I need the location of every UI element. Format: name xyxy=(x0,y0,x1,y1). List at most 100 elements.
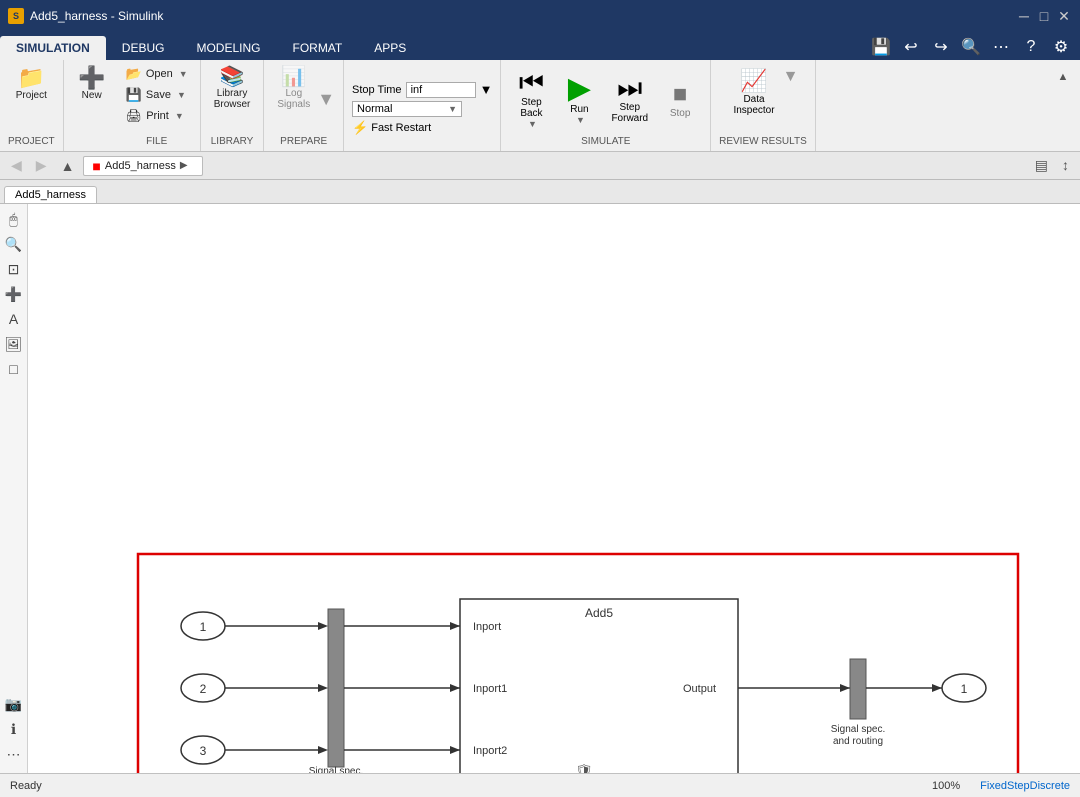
select-tool[interactable]: 🖱 xyxy=(3,208,25,230)
ribbon-tabs: SIMULATION DEBUG MODELING FORMAT APPS 💾 … xyxy=(0,32,1080,60)
save-label: Save xyxy=(146,89,171,101)
mode-dropdown-icon: ▼ xyxy=(448,104,457,114)
save-dropdown-arrow: ▼ xyxy=(177,90,186,100)
run-label: Run xyxy=(570,104,588,115)
tab-simulation[interactable]: SIMULATION xyxy=(0,36,106,60)
ribbon-group-simulate: ⏮ StepBack ▼ ▶ Run ▼ ⏭ StepForward ⏹ Sto… xyxy=(501,60,711,151)
add5-title: Add5 xyxy=(585,606,613,620)
lock-icon: 🛡 xyxy=(575,763,593,773)
log-signals-button[interactable]: 📊 LogSignals xyxy=(272,64,315,113)
zoom-out-tool[interactable]: ➕ xyxy=(3,283,25,305)
input1-label: 1 xyxy=(200,620,207,634)
model-name: Add5_harness xyxy=(105,160,176,172)
nav-back-button[interactable]: ◀ xyxy=(6,155,27,176)
step-forward-button[interactable]: ⏭ StepForward xyxy=(605,70,654,128)
ribbon: 📁 Project PROJECT ➕ New 📂 Open ▼ xyxy=(0,60,1080,152)
model-icon: ■ xyxy=(92,158,100,174)
nav-up-button[interactable]: ▲ xyxy=(56,156,80,176)
zoom-in-tool[interactable]: 🔍 xyxy=(3,233,25,255)
file-group-label: FILE xyxy=(146,136,167,147)
camera-tool[interactable]: 📷 xyxy=(3,693,25,715)
ribbon-group-library: 📚 LibraryBrowser LIBRARY xyxy=(201,60,265,151)
arrow-final-out xyxy=(932,684,942,692)
open-button[interactable]: 📂 Open ▼ xyxy=(122,64,192,84)
address-bar-right: ▤ ↕ xyxy=(1030,155,1074,176)
fast-restart-icon: ⚡ xyxy=(352,120,368,136)
titlebar-controls[interactable]: ─ □ ✕ xyxy=(1016,8,1072,24)
app-icon: S xyxy=(8,8,24,24)
review-dropdown[interactable]: ▼ xyxy=(783,68,799,86)
ribbon-group-new: ➕ New xyxy=(64,60,114,151)
inport1-label: Inport1 xyxy=(473,683,507,695)
save-button[interactable]: 💾 Save ▼ xyxy=(122,85,192,105)
output-label: Output xyxy=(683,683,716,695)
fast-restart-row: ⚡ Fast Restart xyxy=(352,120,492,136)
arrow-in1 xyxy=(318,622,328,630)
step-back-button[interactable]: ⏮ StepBack ▼ xyxy=(509,65,553,133)
log-signals-label: LogSignals xyxy=(277,88,310,110)
arrow-routing-2 xyxy=(450,684,460,692)
model-tab[interactable]: Add5_harness xyxy=(4,186,97,203)
ribbon-group-project: 📁 Project PROJECT xyxy=(0,60,64,151)
open-dropdown-arrow: ▼ xyxy=(179,69,188,79)
print-icon: 🖨 xyxy=(126,108,143,124)
prepare-dropdown-arrow[interactable]: ▼ xyxy=(317,89,335,110)
data-inspector-button[interactable]: 📈 DataInspector xyxy=(727,64,780,120)
step-forward-icon: ⏭ xyxy=(617,74,642,102)
toggle-tool[interactable]: □ xyxy=(3,358,25,380)
label-tool[interactable]: A xyxy=(3,308,25,330)
stop-time-dropdown[interactable]: ▼ xyxy=(480,82,493,97)
settings-icon-btn[interactable]: ⚙ xyxy=(1048,34,1074,60)
collapse-button[interactable]: ↕ xyxy=(1057,155,1074,176)
print-dropdown-arrow: ▼ xyxy=(175,111,184,121)
tab-modeling[interactable]: MODELING xyxy=(180,36,276,60)
image-tool[interactable]: 🖼 xyxy=(3,333,25,355)
project-button[interactable]: 📁 Project xyxy=(11,64,52,104)
zoom-icon-btn[interactable]: 🔍 xyxy=(958,34,984,60)
library-browser-button[interactable]: 📚 LibraryBrowser xyxy=(209,64,256,113)
model-tab-bar: Add5_harness xyxy=(0,180,1080,204)
save-icon: 💾 xyxy=(126,87,142,103)
main-area: 🖱 🔍 ⊡ ➕ A 🖼 □ 📷 ℹ ⋯ 1 2 xyxy=(0,204,1080,773)
more-tools[interactable]: ⋯ xyxy=(3,743,25,765)
stop-icon: ⏹ xyxy=(673,80,687,108)
redo-icon-btn[interactable]: ↪ xyxy=(928,34,954,60)
undo-icon-btn[interactable]: ↩ xyxy=(898,34,924,60)
arrow-routing-3 xyxy=(450,746,460,754)
library-label: LibraryBrowser xyxy=(214,88,251,110)
stop-time-row: Stop Time ▼ xyxy=(352,82,492,98)
maximize-button[interactable]: □ xyxy=(1036,8,1052,24)
step-back-dropdown: ▼ xyxy=(528,119,537,129)
tab-apps[interactable]: APPS xyxy=(358,36,422,60)
mode-label: Normal xyxy=(357,103,392,115)
log-signals-icon: 📊 xyxy=(281,67,306,87)
run-button[interactable]: ▶ Run ▼ xyxy=(557,70,601,129)
grid-view-button[interactable]: ▤ xyxy=(1030,155,1053,176)
info-tool[interactable]: ℹ xyxy=(3,718,25,740)
fit-view-tool[interactable]: ⊡ xyxy=(3,258,25,280)
nav-forward-button[interactable]: ▶ xyxy=(31,155,52,176)
fast-restart-label: Fast Restart xyxy=(371,122,431,134)
ribbon-collapse-button[interactable]: ▲ xyxy=(1050,64,1076,90)
address-bar: ◀ ▶ ▲ ■ Add5_harness ▶ ▤ ↕ xyxy=(0,152,1080,180)
prepare-group-label: PREPARE xyxy=(280,136,327,147)
new-button[interactable]: ➕ New xyxy=(72,64,112,104)
print-button[interactable]: 🖨 Print ▼ xyxy=(122,106,192,126)
inport-label: Inport xyxy=(473,621,501,633)
save-icon-btn[interactable]: 💾 xyxy=(868,34,894,60)
tab-debug[interactable]: DEBUG xyxy=(106,36,181,60)
file-col: 📂 Open ▼ 💾 Save ▼ 🖨 Print ▼ xyxy=(122,64,192,126)
right-routing-bar xyxy=(850,659,866,719)
step-forward-label: StepForward xyxy=(611,102,648,124)
diagram-svg: 1 2 3 Signal spe xyxy=(28,204,1080,773)
solver-label: FixedStepDiscrete xyxy=(980,780,1070,792)
close-button[interactable]: ✕ xyxy=(1056,8,1072,24)
stop-button[interactable]: ⏹ Stop xyxy=(658,76,702,123)
minimize-button[interactable]: ─ xyxy=(1016,8,1032,24)
mode-select[interactable]: Normal ▼ xyxy=(352,101,462,117)
tab-format[interactable]: FORMAT xyxy=(276,36,358,60)
stop-time-input[interactable] xyxy=(406,82,476,98)
signal-spec-right-2: and routing xyxy=(833,736,883,747)
help-icon-btn[interactable]: ? xyxy=(1018,34,1044,60)
more-icon-btn[interactable]: ⋯ xyxy=(988,34,1014,60)
